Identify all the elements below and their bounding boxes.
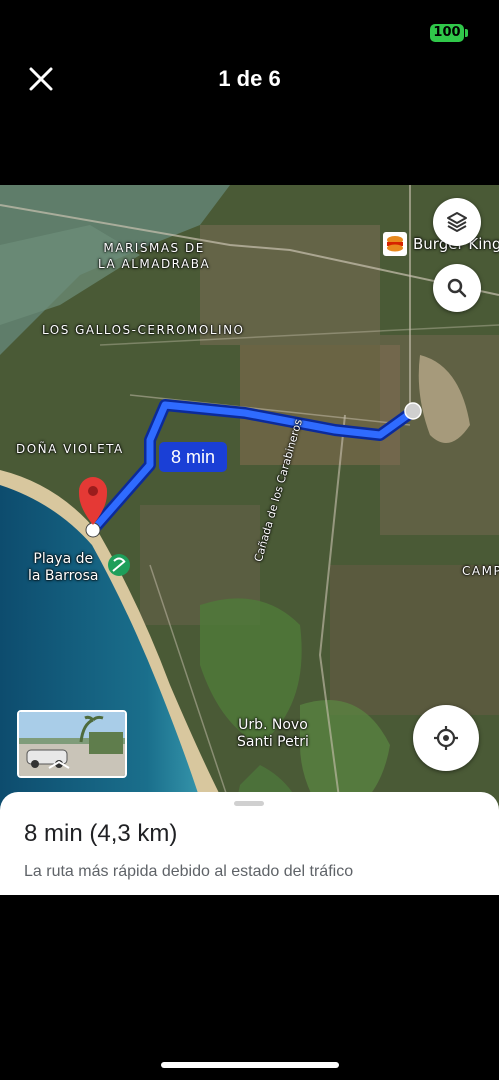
route-summary: 8 min (4,3 km) <box>24 820 178 847</box>
place-label-urb-novo-santi-petri: Urb. Novo Santi Petri <box>237 717 309 750</box>
my-location-button[interactable] <box>413 705 479 771</box>
satellite-imagery <box>0 185 499 895</box>
layers-button[interactable] <box>433 198 481 246</box>
battery-indicator: 100 <box>430 24 468 42</box>
home-indicator[interactable] <box>161 1062 339 1068</box>
street-view-thumbnail[interactable] <box>17 710 127 778</box>
area-label-los-gallos: LOS GALLOS-CERROMOLINO <box>42 323 245 337</box>
route-description: La ruta más rápida debido al estado del … <box>24 863 354 880</box>
route-info-sheet[interactable]: 8 min (4,3 km) La ruta más rápida debido… <box>0 792 499 895</box>
search-icon <box>447 278 467 298</box>
area-label-marismas: MARISMAS DE LA ALMADRABA <box>98 241 211 271</box>
layers-icon <box>447 212 467 232</box>
sheet-drag-handle[interactable] <box>234 801 264 806</box>
area-label-camp: CAMP <box>462 564 499 578</box>
map-view[interactable]: MARISMAS DE LA ALMADRABA LOS GALLOS-CERR… <box>0 185 499 895</box>
route-duration-badge: 8 min <box>159 442 227 472</box>
image-counter: 1 de 6 <box>218 66 281 91</box>
search-button[interactable] <box>433 264 481 312</box>
burger-king-icon[interactable] <box>383 232 407 256</box>
my-location-icon <box>434 726 458 750</box>
area-label-dona-violeta: DOÑA VIOLETA <box>16 442 124 456</box>
place-label-playa-barrosa: Playa de la Barrosa <box>28 551 99 584</box>
